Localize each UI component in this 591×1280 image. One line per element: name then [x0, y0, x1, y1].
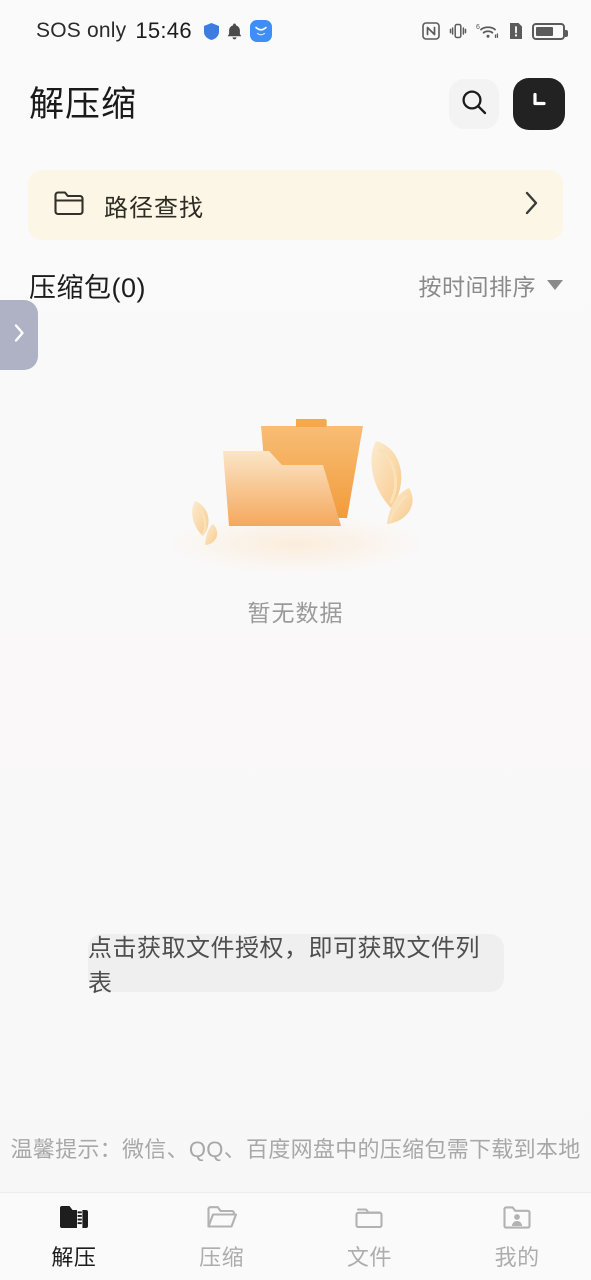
footer-tip: 温馨提示：微信、QQ、百度网盘中的压缩包需下载到本地 — [10, 1137, 581, 1162]
sim-alert-icon — [509, 22, 523, 40]
app-root: SOS only 15:46 6 解压缩 路径查找 压缩包(0) 按时间排序 暂… — [0, 0, 591, 1280]
chevron-right-icon — [523, 188, 541, 223]
folder-icon — [353, 1201, 385, 1233]
carrier-label: SOS only — [36, 19, 127, 42]
status-bar: SOS only 15:46 6 — [0, 0, 591, 62]
tab-profile[interactable]: 我的 — [443, 1201, 591, 1272]
folder-person-icon — [501, 1201, 533, 1233]
bell-icon — [227, 23, 242, 40]
chevron-right-icon — [12, 322, 26, 349]
path-banner-label: 路径查找 — [104, 194, 204, 222]
shield-icon — [203, 22, 219, 40]
file-permission-prompt[interactable]: 点击获取文件授权，即可获取文件列表 — [88, 934, 504, 997]
status-bar-right: 6 — [422, 22, 568, 40]
app-header: 解压缩 — [0, 62, 591, 146]
archive-count-label: 压缩包(0) — [29, 272, 146, 303]
path-banner-left: 路径查找 — [54, 188, 523, 223]
folder-open-icon — [206, 1201, 238, 1233]
empty-state-text: 暂无数据 — [247, 600, 344, 626]
status-bar-left: SOS only 15:46 — [36, 18, 272, 44]
status-left-icons — [203, 20, 272, 42]
wifi6-icon: 6 — [476, 22, 500, 40]
search-icon — [459, 87, 489, 122]
sort-dropdown[interactable]: 按时间排序 — [418, 268, 563, 302]
file-permission-prompt-label: 点击获取文件授权，即可获取文件列表 — [88, 935, 480, 997]
caret-down-icon — [547, 280, 563, 290]
nfc-icon — [422, 22, 440, 40]
history-button[interactable] — [513, 78, 565, 130]
header-actions — [449, 78, 565, 130]
search-button[interactable] — [449, 79, 499, 129]
path-search-banner[interactable]: 路径查找 — [28, 170, 563, 240]
page-title: 解压缩 — [29, 84, 138, 124]
battery-icon — [532, 22, 568, 40]
sort-dropdown-label: 按时间排序 — [418, 274, 536, 300]
side-drawer-handle[interactable] — [0, 300, 38, 370]
tab-compress-label: 压缩 — [199, 1245, 245, 1270]
list-header: 压缩包(0) 按时间排序 — [0, 262, 591, 308]
vibrate-icon — [449, 22, 467, 40]
tab-decompress[interactable]: 解压 — [0, 1201, 148, 1272]
tab-files-label: 文件 — [346, 1245, 392, 1270]
bottom-navigation: 解压 压缩 文件 我的 — [0, 1192, 591, 1280]
zip-folder-icon — [58, 1201, 90, 1233]
tab-compress[interactable]: 压缩 — [148, 1201, 296, 1272]
empty-folder-illustration — [151, 396, 441, 576]
status-clock: 15:46 — [135, 18, 192, 43]
app-badge-icon — [249, 20, 272, 42]
tab-decompress-label: 解压 — [51, 1245, 97, 1270]
tab-files[interactable]: 文件 — [296, 1201, 444, 1272]
svg-text:6: 6 — [476, 24, 480, 31]
folder-outline-icon — [54, 190, 84, 221]
tab-profile-label: 我的 — [494, 1245, 540, 1270]
clock-history-icon — [525, 88, 553, 121]
